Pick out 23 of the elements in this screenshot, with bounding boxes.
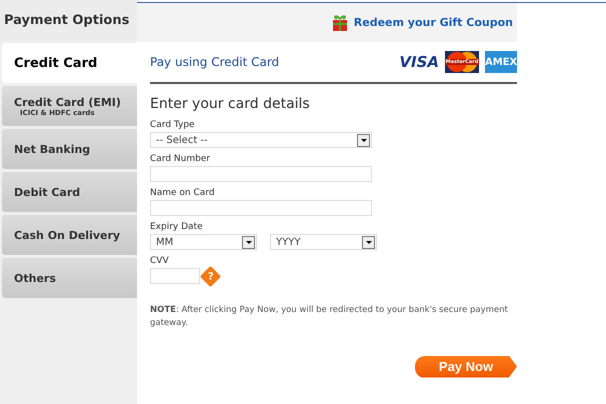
note-text: NOTE: After clicking Pay Now, you will be redirected to your bank's secure payment gateway. [150, 304, 509, 330]
field-label: CVV [150, 256, 170, 266]
field-label: Name on Card [150, 188, 216, 198]
year-select[interactable]: YYYY [270, 234, 377, 250]
input-field[interactable] [150, 166, 372, 182]
field-label: Card Type [150, 120, 196, 130]
visa-logo: VISA [399, 53, 439, 71]
payment-tab[interactable]: Cash On Delivery [2, 215, 137, 255]
gift-coupon-link[interactable]: Redeem your Gift Coupon [354, 16, 513, 29]
field-label: Expiry Date [150, 222, 204, 232]
payment-tab[interactable]: Net Banking [2, 129, 137, 169]
field-label: Card Number [150, 154, 212, 164]
month-select[interactable]: MM [150, 234, 257, 250]
input-field[interactable] [150, 200, 372, 216]
gift-icon [330, 14, 349, 32]
payment-tab[interactable]: Debit Card [2, 172, 137, 212]
amex-logo: AMEX [485, 51, 517, 73]
form-title: Enter your card details [150, 96, 311, 112]
cvv-field[interactable] [150, 268, 200, 284]
payment-tab[interactable]: Credit Card [2, 43, 137, 83]
card-type-select[interactable]: -- Select -- [150, 132, 372, 148]
payment-tab[interactable]: Others [2, 258, 137, 298]
panel-title: Pay using Credit Card [150, 55, 280, 69]
